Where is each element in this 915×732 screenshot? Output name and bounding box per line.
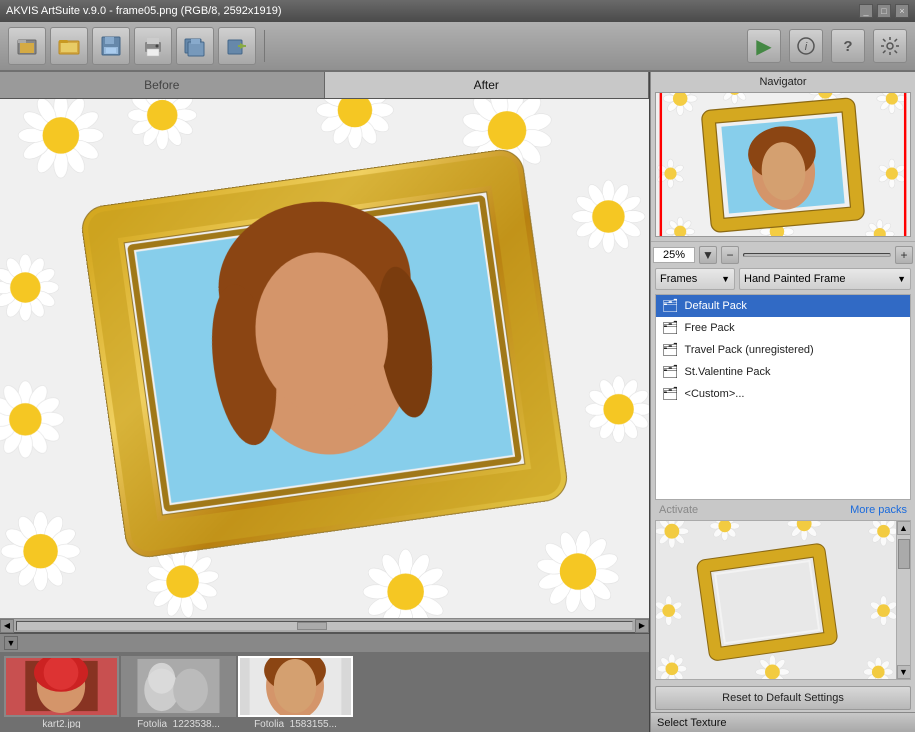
activate-label: Activate	[659, 504, 698, 516]
navigator-title: Navigator	[655, 76, 911, 88]
close-button[interactable]: ×	[895, 4, 909, 18]
pack-item-valentine[interactable]: 🗂 St.Valentine Pack	[656, 361, 910, 383]
pack-icon-valentine: 🗂	[662, 364, 679, 380]
toolbar: ▶ i ?	[0, 22, 915, 72]
thumbnail-strip: ▼ kart2.jpg	[0, 632, 649, 732]
zoom-slider-track[interactable]	[743, 253, 891, 257]
zoom-out-button[interactable]: −	[721, 246, 739, 264]
toolbar-separator	[264, 30, 265, 62]
pack-list[interactable]: 🗂 Default Pack 🗂 Free Pack 🗂 Travel Pack…	[655, 294, 911, 500]
save-button[interactable]	[92, 27, 130, 65]
scroll-thumb[interactable]	[297, 622, 327, 630]
thumbnail-item-2[interactable]: Fotolia_1583155...	[238, 656, 353, 728]
zoom-in-button[interactable]: +	[895, 246, 913, 264]
strip-toolbar: ▼	[0, 634, 649, 652]
pack-item-default[interactable]: 🗂 Default Pack	[656, 295, 910, 317]
frame-dropdown-arrow: ▼	[897, 274, 906, 284]
pack-item-custom[interactable]: 🗂 <Custom>...	[656, 383, 910, 405]
navigator-preview[interactable]	[655, 92, 911, 237]
filter-controls-row: Frames ▼ Hand Painted Frame ▼	[651, 268, 915, 290]
thumbnail-image-2	[238, 656, 353, 717]
main-area: Before After	[0, 72, 915, 732]
thumbnail-label-0: kart2.jpg	[42, 719, 80, 728]
pack-icon-custom: 🗂	[662, 386, 679, 402]
more-packs-link[interactable]: More packs	[850, 504, 907, 516]
scroll-track[interactable]	[16, 621, 633, 631]
thumbnail-image-0	[4, 656, 119, 717]
navigator-section: Navigator	[651, 72, 915, 242]
print-button[interactable]	[134, 27, 172, 65]
title-text: AKVIS ArtSuite v.9.0 - frame05.png (RGB/…	[6, 5, 282, 17]
pack-actions: Activate More packs	[651, 500, 915, 520]
info-button[interactable]: i	[789, 29, 823, 63]
right-panel: Navigator	[650, 72, 915, 732]
scroll-right-button[interactable]: ▶	[635, 619, 649, 633]
right-toolbar: ▶ i ?	[747, 29, 907, 63]
thumbnail-item-0[interactable]: kart2.jpg	[4, 656, 119, 728]
strip-menu-button[interactable]: ▼	[4, 636, 18, 650]
frame-style-dropdown[interactable]: Hand Painted Frame ▼	[739, 268, 911, 290]
export-button[interactable]	[218, 27, 256, 65]
window-controls: _ □ ×	[859, 4, 909, 18]
view-tabs: Before After	[0, 72, 649, 99]
maximize-button[interactable]: □	[877, 4, 891, 18]
preview-scroll-down[interactable]: ▼	[897, 665, 911, 679]
pack-icon-free: 🗂	[662, 320, 679, 336]
thumbnail-item-1[interactable]: Fotolia_1223538...	[121, 656, 236, 728]
pack-icon-default: 🗂	[662, 298, 679, 314]
pack-item-free[interactable]: 🗂 Free Pack	[656, 317, 910, 339]
thumbnail-label-1: Fotolia_1223538...	[137, 719, 220, 728]
svg-text:i: i	[805, 41, 808, 53]
zoom-dropdown-button[interactable]: ▼	[699, 246, 717, 264]
select-texture-bar: Select Texture	[651, 712, 915, 732]
zoom-controls: 25% ▼ − +	[651, 246, 915, 264]
left-panel: Before After	[0, 72, 650, 732]
pack-item-travel[interactable]: 🗂 Travel Pack (unregistered)	[656, 339, 910, 361]
settings-button[interactable]	[873, 29, 907, 63]
tab-before[interactable]: Before	[0, 72, 325, 98]
canvas-area[interactable]	[0, 99, 649, 618]
frame-preview-svg	[656, 521, 910, 679]
play-button[interactable]: ▶	[747, 29, 781, 63]
navigator-svg	[656, 93, 910, 236]
preview-scroll-thumb[interactable]	[898, 539, 910, 569]
batch-save-button[interactable]	[176, 27, 214, 65]
thumbnail-image-1	[121, 656, 236, 717]
filter-dropdown-arrow: ▼	[721, 274, 730, 284]
open-folder-button[interactable]	[50, 27, 88, 65]
zoom-level-display: 25%	[653, 247, 695, 263]
thumbnails-container: kart2.jpg Fotolia_1223538...	[0, 652, 649, 732]
pack-icon-travel: 🗂	[662, 342, 679, 358]
thumbnail-label-2: Fotolia_1583155...	[254, 719, 337, 728]
preview-scroll-up[interactable]: ▲	[897, 521, 911, 535]
minimize-button[interactable]: _	[859, 4, 873, 18]
preview-scrollbar[interactable]: ▲ ▼	[896, 521, 910, 679]
open-file-button[interactable]	[8, 27, 46, 65]
help-button[interactable]: ?	[831, 29, 865, 63]
filter-type-dropdown[interactable]: Frames ▼	[655, 268, 735, 290]
tab-after[interactable]: After	[325, 72, 650, 98]
horizontal-scrollbar[interactable]: ◀ ▶	[0, 618, 649, 632]
zoom-slider[interactable]	[743, 253, 891, 257]
main-canvas	[0, 99, 649, 618]
titlebar: AKVIS ArtSuite v.9.0 - frame05.png (RGB/…	[0, 0, 915, 22]
scroll-left-button[interactable]: ◀	[0, 619, 14, 633]
frame-preview: ▲ ▼	[655, 520, 911, 680]
reset-button[interactable]: Reset to Default Settings	[655, 686, 911, 710]
